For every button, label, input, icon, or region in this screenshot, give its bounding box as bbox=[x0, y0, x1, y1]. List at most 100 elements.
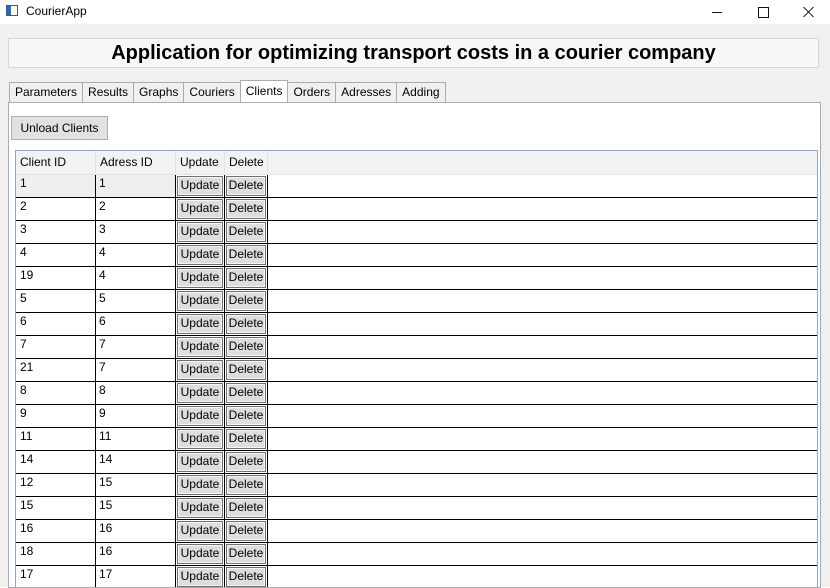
delete-button[interactable]: Delete bbox=[226, 176, 266, 196]
client-id-cell[interactable]: 17 bbox=[16, 566, 96, 587]
tab-results[interactable]: Results bbox=[82, 82, 135, 102]
table-row[interactable]: 1 1 Update Delete bbox=[16, 175, 817, 198]
delete-button[interactable]: Delete bbox=[226, 429, 266, 449]
clients-grid[interactable]: Client ID Adress ID Update Delete 1 1 Update D… bbox=[15, 150, 818, 587]
delete-button[interactable]: Delete bbox=[226, 406, 266, 426]
table-row[interactable]: 18 16 Update Delete bbox=[16, 543, 817, 566]
client-id-cell[interactable]: 18 bbox=[16, 543, 96, 565]
unload-clients-button[interactable]: Unload Clients bbox=[11, 116, 108, 140]
adress-id-cell[interactable]: 16 bbox=[96, 543, 176, 565]
table-row[interactable]: 6 6 Update Delete bbox=[16, 313, 817, 336]
adress-id-cell[interactable]: 17 bbox=[96, 566, 176, 587]
delete-button[interactable]: Delete bbox=[226, 245, 266, 265]
client-id-cell[interactable]: 2 bbox=[16, 198, 96, 220]
client-id-cell[interactable]: 15 bbox=[16, 497, 96, 519]
adress-id-cell[interactable]: 11 bbox=[96, 428, 176, 450]
table-row[interactable]: 11 11 Update Delete bbox=[16, 428, 817, 451]
tab-adresses[interactable]: Adresses bbox=[335, 82, 398, 102]
client-id-cell[interactable]: 9 bbox=[16, 405, 96, 427]
adress-id-cell[interactable]: 1 bbox=[96, 175, 176, 197]
minimize-button[interactable] bbox=[694, 0, 740, 24]
adress-id-cell[interactable]: 16 bbox=[96, 520, 176, 542]
update-button[interactable]: Update bbox=[177, 176, 223, 196]
adress-id-cell[interactable]: 8 bbox=[96, 382, 176, 404]
delete-button[interactable]: Delete bbox=[226, 567, 266, 587]
delete-button[interactable]: Delete bbox=[226, 521, 266, 541]
delete-button[interactable]: Delete bbox=[226, 383, 266, 403]
update-button[interactable]: Update bbox=[177, 268, 223, 288]
tab-graphs[interactable]: Graphs bbox=[133, 82, 185, 102]
column-header-update[interactable]: Update bbox=[176, 151, 225, 174]
delete-button[interactable]: Delete bbox=[226, 544, 266, 564]
delete-button[interactable]: Delete bbox=[226, 222, 266, 242]
table-row[interactable]: 4 4 Update Delete bbox=[16, 244, 817, 267]
update-button[interactable]: Update bbox=[177, 337, 223, 357]
table-row[interactable]: 9 9 Update Delete bbox=[16, 405, 817, 428]
update-button[interactable]: Update bbox=[177, 222, 223, 242]
client-id-cell[interactable]: 6 bbox=[16, 313, 96, 335]
tab-clients[interactable]: Clients bbox=[239, 80, 289, 102]
adress-id-cell[interactable]: 15 bbox=[96, 497, 176, 519]
update-button[interactable]: Update bbox=[177, 567, 223, 587]
client-id-cell[interactable]: 8 bbox=[16, 382, 96, 404]
column-header-delete[interactable]: Delete bbox=[225, 151, 268, 174]
table-row[interactable]: 12 15 Update Delete bbox=[16, 474, 817, 497]
table-row[interactable]: 16 16 Update Delete bbox=[16, 520, 817, 543]
table-row[interactable]: 21 7 Update Delete bbox=[16, 359, 817, 382]
tab-orders[interactable]: Orders bbox=[287, 82, 337, 102]
delete-button[interactable]: Delete bbox=[226, 268, 266, 288]
adress-id-cell[interactable]: 5 bbox=[96, 290, 176, 312]
close-button[interactable] bbox=[786, 0, 830, 24]
delete-button[interactable]: Delete bbox=[226, 360, 266, 380]
client-id-cell[interactable]: 12 bbox=[16, 474, 96, 496]
client-id-cell[interactable]: 16 bbox=[16, 520, 96, 542]
column-header-client-id[interactable]: Client ID bbox=[16, 151, 96, 174]
delete-button[interactable]: Delete bbox=[226, 452, 266, 472]
delete-button[interactable]: Delete bbox=[226, 199, 266, 219]
update-button[interactable]: Update bbox=[177, 406, 223, 426]
client-id-cell[interactable]: 14 bbox=[16, 451, 96, 473]
tab-couriers[interactable]: Couriers bbox=[183, 82, 241, 102]
client-id-cell[interactable]: 3 bbox=[16, 221, 96, 243]
maximize-button[interactable] bbox=[740, 0, 786, 24]
delete-button[interactable]: Delete bbox=[226, 314, 266, 334]
delete-button[interactable]: Delete bbox=[226, 498, 266, 518]
adress-id-cell[interactable]: 4 bbox=[96, 244, 176, 266]
update-button[interactable]: Update bbox=[177, 245, 223, 265]
client-id-cell[interactable]: 5 bbox=[16, 290, 96, 312]
update-button[interactable]: Update bbox=[177, 498, 223, 518]
delete-button[interactable]: Delete bbox=[226, 475, 266, 495]
client-id-cell[interactable]: 4 bbox=[16, 244, 96, 266]
adress-id-cell[interactable]: 7 bbox=[96, 336, 176, 358]
client-id-cell[interactable]: 7 bbox=[16, 336, 96, 358]
update-button[interactable]: Update bbox=[177, 383, 223, 403]
update-button[interactable]: Update bbox=[177, 521, 223, 541]
client-id-cell[interactable]: 21 bbox=[16, 359, 96, 381]
table-row[interactable]: 7 7 Update Delete bbox=[16, 336, 817, 359]
update-button[interactable]: Update bbox=[177, 314, 223, 334]
update-button[interactable]: Update bbox=[177, 199, 223, 219]
column-header-adress-id[interactable]: Adress ID bbox=[96, 151, 176, 174]
client-id-cell[interactable]: 19 bbox=[16, 267, 96, 289]
adress-id-cell[interactable]: 6 bbox=[96, 313, 176, 335]
adress-id-cell[interactable]: 4 bbox=[96, 267, 176, 289]
table-row[interactable]: 2 2 Update Delete bbox=[16, 198, 817, 221]
adress-id-cell[interactable]: 7 bbox=[96, 359, 176, 381]
adress-id-cell[interactable]: 14 bbox=[96, 451, 176, 473]
update-button[interactable]: Update bbox=[177, 291, 223, 311]
table-row[interactable]: 17 17 Update Delete bbox=[16, 566, 817, 587]
table-row[interactable]: 8 8 Update Delete bbox=[16, 382, 817, 405]
tab-parameters[interactable]: Parameters bbox=[9, 82, 84, 102]
delete-button[interactable]: Delete bbox=[226, 337, 266, 357]
update-button[interactable]: Update bbox=[177, 544, 223, 564]
update-button[interactable]: Update bbox=[177, 475, 223, 495]
tab-adding[interactable]: Adding bbox=[396, 82, 446, 102]
update-button[interactable]: Update bbox=[177, 452, 223, 472]
client-id-cell[interactable]: 1 bbox=[16, 175, 96, 197]
delete-button[interactable]: Delete bbox=[226, 291, 266, 311]
table-row[interactable]: 15 15 Update Delete bbox=[16, 497, 817, 520]
update-button[interactable]: Update bbox=[177, 429, 223, 449]
update-button[interactable]: Update bbox=[177, 360, 223, 380]
adress-id-cell[interactable]: 9 bbox=[96, 405, 176, 427]
table-row[interactable]: 19 4 Update Delete bbox=[16, 267, 817, 290]
